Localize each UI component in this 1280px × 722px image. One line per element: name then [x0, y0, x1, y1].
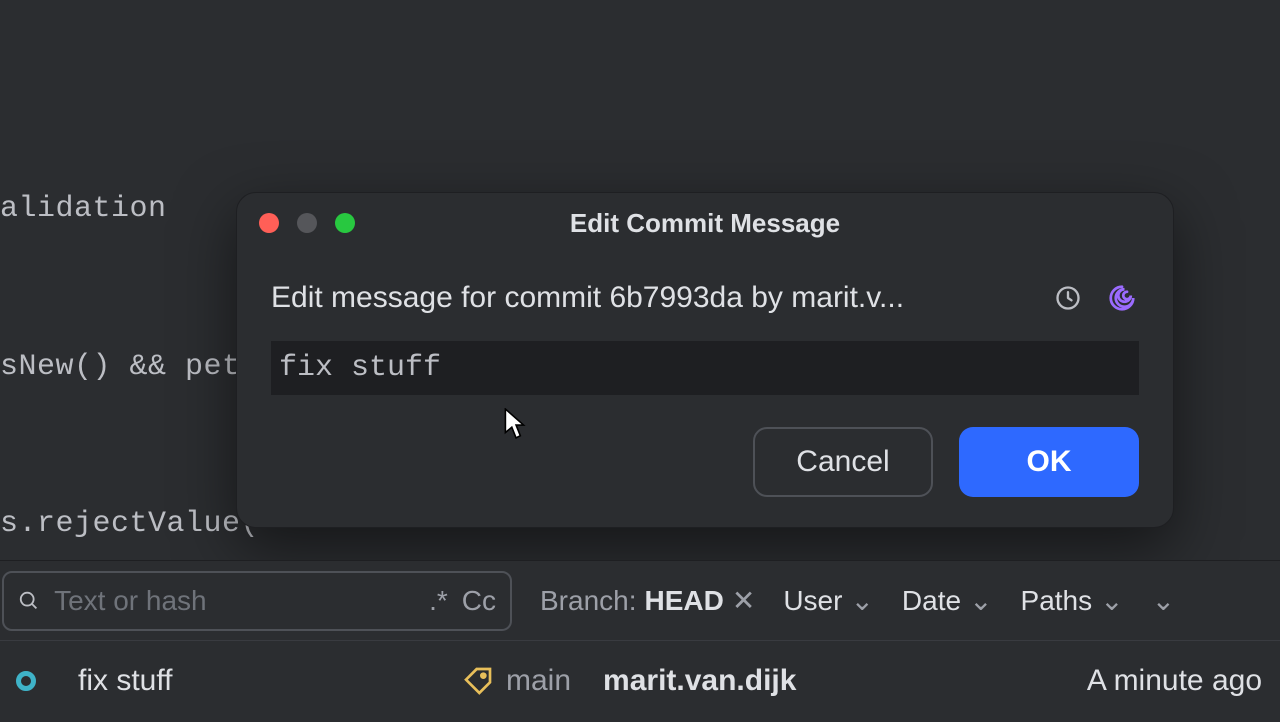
cancel-button[interactable]: Cancel	[753, 427, 933, 497]
commit-timestamp: A minute ago	[1087, 664, 1262, 698]
paths-filter[interactable]: Paths ⌄	[1021, 584, 1124, 617]
window-minimize-button[interactable]	[297, 213, 317, 233]
log-search-box[interactable]: .* Cc	[2, 571, 512, 631]
commit-summary: fix stuff	[78, 664, 438, 698]
commit-row[interactable]: fix stuff main marit.van.dijk A minute a…	[0, 641, 1280, 721]
chevron-down-icon: ⌄	[1100, 584, 1123, 617]
commit-message-input[interactable]	[271, 341, 1139, 395]
ok-button[interactable]: OK	[959, 427, 1139, 497]
log-search-input[interactable]	[54, 585, 415, 617]
commit-graph-node-icon	[16, 671, 36, 691]
dialog-titlebar: Edit Commit Message	[237, 193, 1173, 253]
branch-filter[interactable]: Branch: HEAD ✕	[540, 584, 755, 617]
tag-icon	[462, 665, 494, 697]
dialog-description: Edit message for commit 6b7993da by mari…	[271, 281, 1031, 315]
window-controls	[259, 213, 355, 233]
branch-tag: main	[462, 664, 571, 698]
search-icon	[18, 588, 40, 614]
date-filter[interactable]: Date ⌄	[902, 584, 993, 617]
more-filters-icon[interactable]: ⌄	[1152, 584, 1183, 617]
ai-spiral-icon[interactable]	[1105, 281, 1139, 315]
git-log-panel: .* Cc Branch: HEAD ✕ User ⌄ Date ⌄ Paths…	[0, 560, 1280, 722]
dialog-title: Edit Commit Message	[237, 208, 1173, 239]
chevron-down-icon: ⌄	[850, 584, 873, 617]
user-filter[interactable]: User ⌄	[783, 584, 874, 617]
close-icon[interactable]: ✕	[732, 584, 755, 617]
regex-toggle[interactable]: .*	[429, 585, 448, 617]
match-case-toggle[interactable]: Cc	[462, 585, 496, 617]
log-filter-bar: .* Cc Branch: HEAD ✕ User ⌄ Date ⌄ Paths…	[0, 561, 1280, 641]
commit-author: marit.van.dijk	[603, 664, 796, 698]
history-icon[interactable]	[1051, 281, 1085, 315]
chevron-down-icon: ⌄	[969, 584, 992, 617]
window-close-button[interactable]	[259, 213, 279, 233]
window-zoom-button[interactable]	[335, 213, 355, 233]
edit-commit-message-dialog: Edit Commit Message Edit message for com…	[236, 192, 1174, 528]
